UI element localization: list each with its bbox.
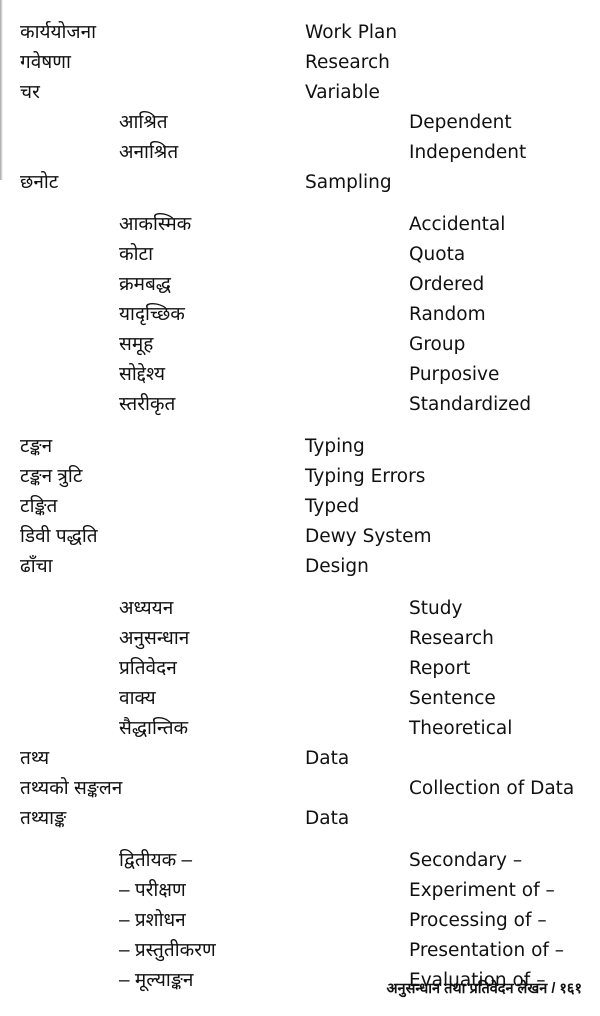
english-term: Sampling	[305, 172, 392, 193]
glossary-row: सैद्धान्तिक Theoretical	[0, 714, 600, 744]
glossary-row: प्रतिवेदन Report	[0, 654, 600, 684]
english-term: Research	[305, 52, 390, 73]
nepali-term: टङ्कन त्रुटि	[20, 466, 83, 487]
nepali-term: छनोट	[20, 172, 59, 193]
nepali-term: आश्रित	[119, 112, 168, 133]
english-term: Independent	[409, 142, 527, 163]
english-term: Accidental	[409, 214, 506, 235]
glossary-row: समूह Group	[0, 330, 600, 360]
nepali-term: सैद्धान्तिक	[119, 718, 189, 739]
nepali-term: अनुसन्धान	[119, 628, 190, 649]
glossary-row: सोद्देश्य Purposive	[0, 360, 600, 390]
english-term: Group	[409, 334, 466, 355]
english-term: Collection of Data	[409, 778, 575, 799]
english-term: Work Plan	[305, 22, 398, 43]
english-term: Standardized	[409, 394, 532, 415]
english-term: Dewy System	[305, 526, 432, 547]
nepali-term: – मूल्याङ्कन	[119, 970, 194, 991]
glossary-row: कोटा Quota	[0, 240, 600, 270]
nepali-term: कोटा	[119, 244, 154, 265]
nepali-term: – प्रशोधन	[119, 910, 186, 931]
glossary-row: – प्रस्तुतीकरण Presentation of –	[0, 936, 600, 966]
english-term: Variable	[305, 82, 380, 103]
glossary-row: अनाश्रित Independent	[0, 138, 600, 168]
nepali-term: तथ्यको सङ्कलन	[20, 778, 123, 799]
nepali-term: – परीक्षण	[119, 880, 186, 901]
glossary-row: टङ्कित Typed	[0, 492, 600, 522]
glossary-row: अध्ययन Study	[0, 594, 600, 624]
nepali-term: चर	[20, 82, 40, 103]
english-term: Quota	[409, 244, 466, 265]
nepali-term: डिवी पद्धति	[20, 526, 98, 547]
glossary-row: चर Variable	[0, 78, 600, 108]
nepali-term: द्वितीयक –	[119, 850, 193, 871]
glossary-row: डिवी पद्धति Dewy System	[0, 522, 600, 552]
english-term: Presentation of –	[409, 940, 565, 961]
english-term: Dependent	[409, 112, 512, 133]
glossary-row: तथ्याङ्क Data	[0, 804, 600, 834]
english-term: Purposive	[409, 364, 500, 385]
english-term: Sentence	[409, 688, 496, 709]
glossary-row: ढाँचा Design	[0, 552, 600, 582]
english-term: Experiment of –	[409, 880, 555, 901]
glossary-row: गवेषणा Research	[0, 48, 600, 78]
nepali-term: सोद्देश्य	[119, 364, 166, 385]
nepali-term: तथ्याङ्क	[20, 808, 67, 829]
english-term: Typed	[305, 496, 360, 517]
nepali-term: गवेषणा	[20, 52, 71, 73]
nepali-term: आकस्मिक	[119, 214, 192, 235]
nepali-term: यादृच्छिक	[119, 304, 185, 325]
nepali-term: टङ्कन	[20, 436, 53, 457]
glossary-row: द्वितीयक – Secondary –	[0, 846, 600, 876]
document-page: कार्ययोजना Work Plan गवेषणा Research चर Varia…	[0, 0, 600, 1016]
nepali-term: ढाँचा	[20, 556, 53, 577]
glossary-row: आश्रित Dependent	[0, 108, 600, 138]
nepali-term: स्तरीकृत	[119, 394, 176, 415]
english-term: Secondary –	[409, 850, 523, 871]
nepali-term: समूह	[119, 334, 154, 355]
nepali-term: वाक्य	[119, 688, 156, 709]
nepali-term: कार्ययोजना	[20, 22, 97, 43]
glossary-row: क्रमबद्ध Ordered	[0, 270, 600, 300]
glossary-row: तथ्य Data	[0, 744, 600, 774]
glossary-row: तथ्यको सङ्कलन Collection of Data	[0, 774, 600, 804]
english-term: Random	[409, 304, 486, 325]
nepali-term: टङ्कित	[20, 496, 58, 517]
nepali-term: – प्रस्तुतीकरण	[119, 940, 216, 961]
english-term: Report	[409, 658, 471, 679]
english-term: Study	[409, 598, 463, 619]
nepali-term: क्रमबद्ध	[119, 274, 171, 295]
nepali-term: तथ्य	[20, 748, 50, 769]
page-footer: अनुसन्धान तथा प्रतिवेदन लेखन / १६१	[386, 981, 582, 997]
english-term: Data	[305, 808, 350, 829]
nepali-term: अनाश्रित	[119, 142, 179, 163]
glossary-row: आकस्मिक Accidental	[0, 210, 600, 240]
glossary-row: टङ्कन त्रुटि Typing Errors	[0, 462, 600, 492]
glossary-row: स्तरीकृत Standardized	[0, 390, 600, 420]
glossary-row: वाक्य Sentence	[0, 684, 600, 714]
english-term: Design	[305, 556, 369, 577]
glossary-row: अनुसन्धान Research	[0, 624, 600, 654]
glossary-row: छनोट Sampling	[0, 168, 600, 198]
english-term: Ordered	[409, 274, 485, 295]
glossary-row: टङ्कन Typing	[0, 432, 600, 462]
glossary-row: – प्रशोधन Processing of –	[0, 906, 600, 936]
glossary-row: यादृच्छिक Random	[0, 300, 600, 330]
english-term: Typing Errors	[305, 466, 426, 487]
glossary-term-list: कार्ययोजना Work Plan गवेषणा Research चर Varia…	[0, 18, 600, 996]
glossary-row: – परीक्षण Experiment of –	[0, 876, 600, 906]
english-term: Typing	[305, 436, 365, 457]
english-term: Theoretical	[409, 718, 513, 739]
english-term: Data	[305, 748, 350, 769]
english-term: Processing of –	[409, 910, 547, 931]
english-term: Research	[409, 628, 494, 649]
nepali-term: प्रतिवेदन	[119, 658, 177, 679]
nepali-term: अध्ययन	[119, 598, 174, 619]
glossary-row: कार्ययोजना Work Plan	[0, 18, 600, 48]
